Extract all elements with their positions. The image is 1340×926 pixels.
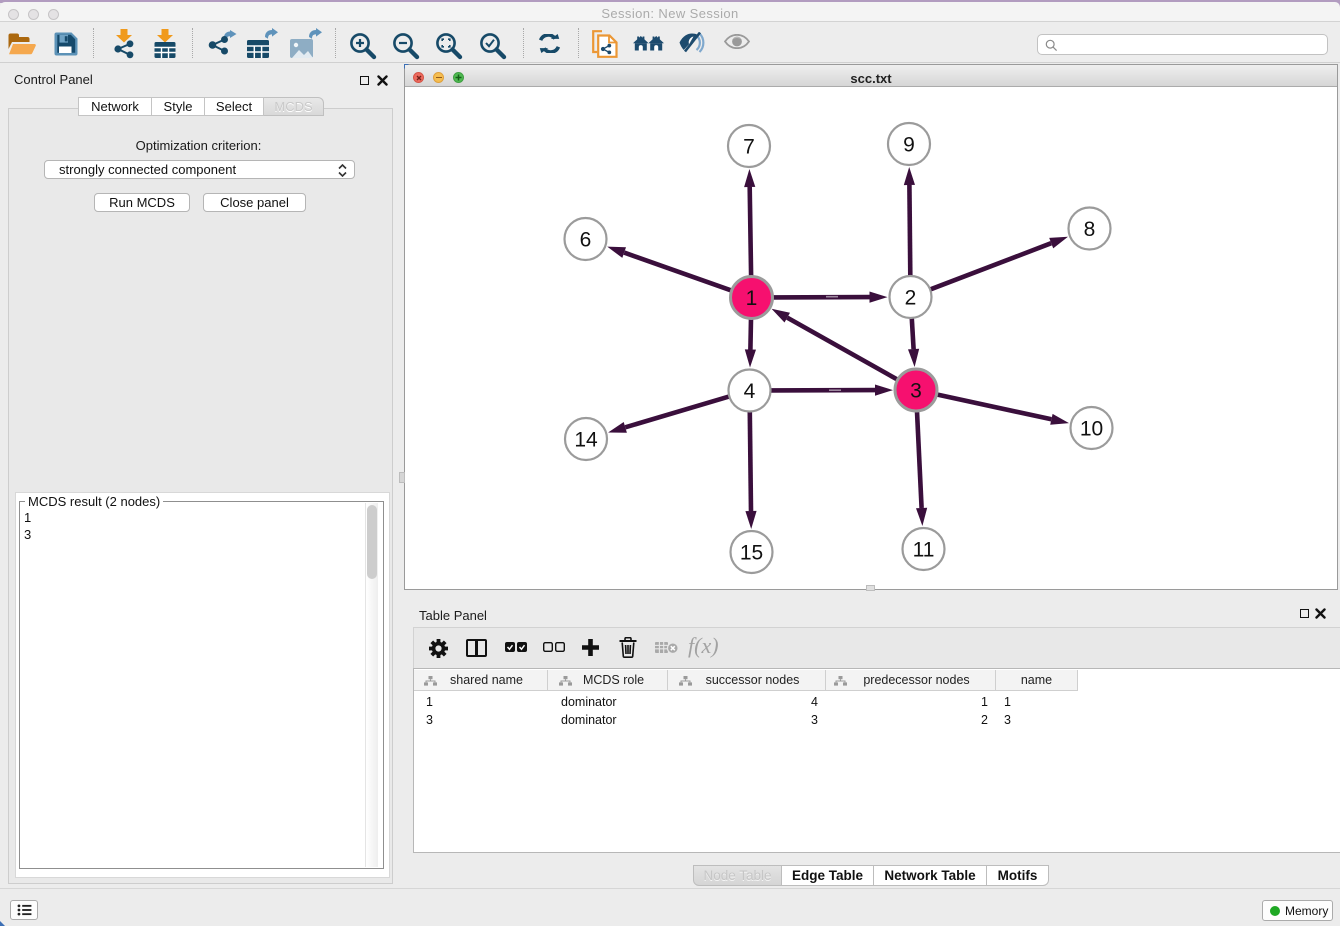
svg-text:2: 2	[905, 287, 917, 310]
svg-text:4: 4	[744, 380, 756, 403]
svg-text:3: 3	[910, 380, 922, 403]
svg-text:10: 10	[1080, 418, 1103, 441]
svg-text:11: 11	[913, 539, 935, 562]
svg-text:1: 1	[746, 287, 758, 310]
svg-text:15: 15	[740, 542, 763, 565]
svg-text:8: 8	[1084, 218, 1096, 241]
svg-text:14: 14	[574, 429, 598, 452]
svg-text:6: 6	[580, 229, 592, 252]
svg-text:9: 9	[903, 134, 915, 157]
svg-text:7: 7	[743, 136, 755, 159]
